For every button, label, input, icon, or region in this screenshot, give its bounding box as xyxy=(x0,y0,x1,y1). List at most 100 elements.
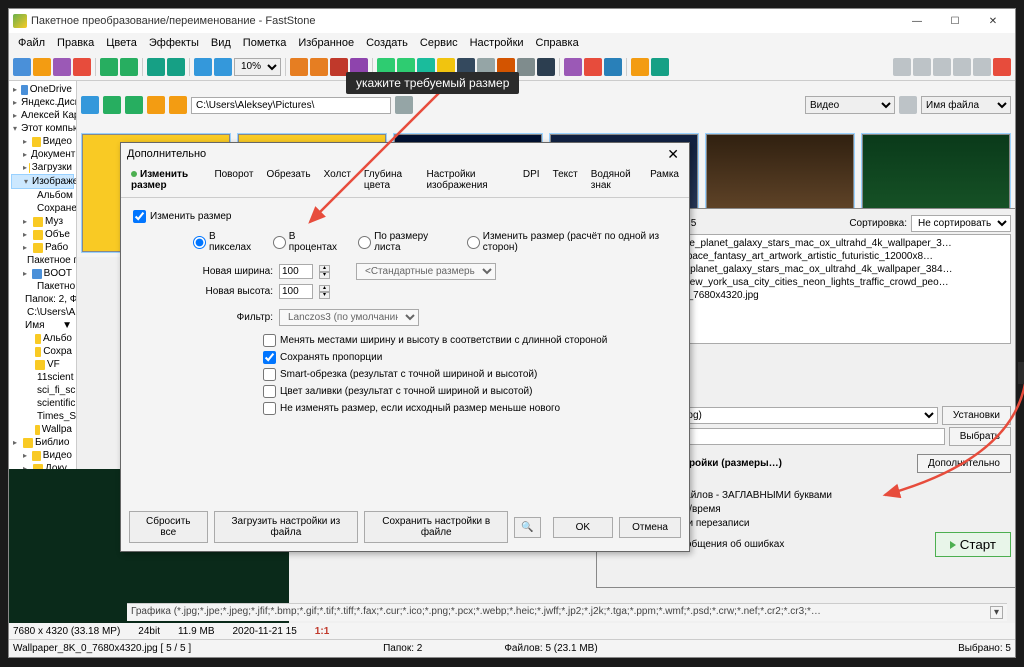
home-icon[interactable] xyxy=(81,96,99,114)
height-down[interactable]: ▾ xyxy=(319,292,330,299)
menu-settings[interactable]: Настройки xyxy=(465,35,529,51)
choose-button[interactable]: Выбрать xyxy=(949,427,1011,446)
tab-crop[interactable]: Обрезать xyxy=(260,165,316,197)
menu-effects[interactable]: Эффекты xyxy=(144,35,204,51)
view-icon-1[interactable] xyxy=(893,58,911,76)
menu-create[interactable]: Создать xyxy=(361,35,413,51)
advanced-button[interactable]: Дополнительно xyxy=(917,454,1011,473)
load-button[interactable]: Загрузить настройки из файла xyxy=(214,511,359,543)
sort-dropdown[interactable]: Не сортировать xyxy=(911,215,1011,232)
tb-icon-20[interactable] xyxy=(564,58,582,76)
tab-imgsettings[interactable]: Настройки изображения xyxy=(420,165,515,197)
ok-button[interactable]: OK xyxy=(553,517,613,538)
go-icon[interactable] xyxy=(395,96,413,114)
video-select[interactable]: Видео xyxy=(805,96,895,114)
tb-icon-8[interactable] xyxy=(310,58,328,76)
radio-side[interactable] xyxy=(467,236,480,249)
zoom-select[interactable]: 10% xyxy=(234,58,281,76)
filter-select[interactable]: Lanczos3 (по умолчанию) xyxy=(279,309,419,326)
height-up[interactable]: ▴ xyxy=(319,285,330,292)
cancel-button[interactable]: Отмена xyxy=(619,517,681,538)
filter-label: Фильтр: xyxy=(193,312,273,323)
tb-icon-18[interactable] xyxy=(517,58,535,76)
view-icon-3[interactable] xyxy=(933,58,951,76)
formats-bar: Графика (*.jpg;*.jpe;*.jpeg;*.jfif;*.bmp… xyxy=(127,603,1007,621)
star-icon[interactable] xyxy=(631,58,649,76)
tab-canvas[interactable]: Холст xyxy=(318,165,357,197)
resize-options: Менять местами ширину и высоту в соответ… xyxy=(263,334,677,415)
view-icon-5[interactable] xyxy=(973,58,991,76)
tb-icon-copy[interactable] xyxy=(100,58,118,76)
cb-no-upscale[interactable] xyxy=(263,402,276,415)
annotation-marker-1: 1 xyxy=(1018,362,1024,384)
dialog-close-button[interactable]: ✕ xyxy=(663,146,683,163)
menu-service[interactable]: Сервис xyxy=(415,35,463,51)
tb-icon-7[interactable] xyxy=(290,58,308,76)
address-bar: C:\Users\Aleksey\Pictures\ Видео Имя фай… xyxy=(77,81,1015,129)
tb-icon-5[interactable] xyxy=(147,58,165,76)
up-icon[interactable] xyxy=(147,96,165,114)
menu-view[interactable]: Вид xyxy=(206,35,236,51)
tab-rotate[interactable]: Поворот xyxy=(208,165,259,197)
statusbar: Wallpaper_8K_0_7680x4320.jpg [ 5 / 5 ] П… xyxy=(9,639,1015,657)
width-up[interactable]: ▴ xyxy=(319,265,330,272)
tb-icon-1[interactable] xyxy=(13,58,31,76)
menu-edit[interactable]: Правка xyxy=(52,35,99,51)
cb-fill-color[interactable] xyxy=(263,385,276,398)
tab-frame[interactable]: Рамка xyxy=(644,165,685,197)
delete-icon[interactable] xyxy=(584,58,602,76)
width-input[interactable] xyxy=(279,264,313,279)
close-button[interactable]: ✕ xyxy=(975,10,1011,32)
height-input[interactable] xyxy=(279,284,313,299)
path-input[interactable]: C:\Users\Aleksey\Pictures\ xyxy=(191,97,391,114)
resize-mode-radios: В пикселах В процентах По размеру листа … xyxy=(193,231,677,253)
width-down[interactable]: ▾ xyxy=(319,272,330,279)
zoom-out-icon[interactable] xyxy=(194,58,212,76)
tb-icon-22[interactable] xyxy=(651,58,669,76)
cb-swap[interactable] xyxy=(263,334,276,347)
tb-icon-21[interactable] xyxy=(604,58,622,76)
zoom-in-icon[interactable] xyxy=(214,58,232,76)
radio-percent[interactable] xyxy=(273,236,286,249)
view-icon-6[interactable] xyxy=(993,58,1011,76)
tb-icon-19[interactable] xyxy=(537,58,555,76)
settings-button[interactable]: Установки xyxy=(942,406,1011,425)
preview-icon-button[interactable]: 🔍 xyxy=(514,517,540,538)
cb-keep-ratio[interactable] xyxy=(263,351,276,364)
view-icon-2[interactable] xyxy=(913,58,931,76)
radio-pixels[interactable] xyxy=(193,236,206,249)
view-icon-4[interactable] xyxy=(953,58,971,76)
refresh-icon[interactable] xyxy=(169,96,187,114)
sort-label: Сортировка: xyxy=(849,218,907,229)
tab-dpi[interactable]: DPI xyxy=(517,165,546,197)
tb-icon-paste[interactable] xyxy=(120,58,138,76)
std-sizes-select[interactable]: <Стандартные размеры> xyxy=(356,263,496,280)
sep-icon xyxy=(899,96,917,114)
dialog-buttons: Сбросить все Загрузить настройки из файл… xyxy=(129,511,681,543)
menu-help[interactable]: Справка xyxy=(531,35,584,51)
tab-text[interactable]: Текст xyxy=(547,165,584,197)
active-dot-icon xyxy=(131,171,137,177)
maximize-button[interactable]: ☐ xyxy=(937,10,973,32)
tb-icon-6[interactable] xyxy=(167,58,185,76)
menu-file[interactable]: Файл xyxy=(13,35,50,51)
tab-colordepth[interactable]: Глубина цвета xyxy=(358,165,420,197)
back-icon[interactable] xyxy=(103,96,121,114)
menu-fav[interactable]: Избранное xyxy=(293,35,359,51)
tb-icon-4[interactable] xyxy=(73,58,91,76)
sort-select[interactable]: Имя файла xyxy=(921,96,1011,114)
menu-colors[interactable]: Цвета xyxy=(101,35,142,51)
tb-icon-3[interactable] xyxy=(53,58,71,76)
forward-icon[interactable] xyxy=(125,96,143,114)
menu-mark[interactable]: Пометка xyxy=(238,35,292,51)
save-button[interactable]: Сохранить настройки в файле xyxy=(364,511,508,543)
tab-resize[interactable]: Изменить размер xyxy=(125,165,207,197)
reset-button[interactable]: Сбросить все xyxy=(129,511,208,543)
minimize-button[interactable]: — xyxy=(899,10,935,32)
radio-page[interactable] xyxy=(358,236,371,249)
tb-icon-2[interactable] xyxy=(33,58,51,76)
cb-smart-crop[interactable] xyxy=(263,368,276,381)
cb-resize[interactable] xyxy=(133,210,146,223)
tab-watermark[interactable]: Водяной знак xyxy=(585,165,643,197)
start-button[interactable]: Старт xyxy=(935,532,1011,557)
